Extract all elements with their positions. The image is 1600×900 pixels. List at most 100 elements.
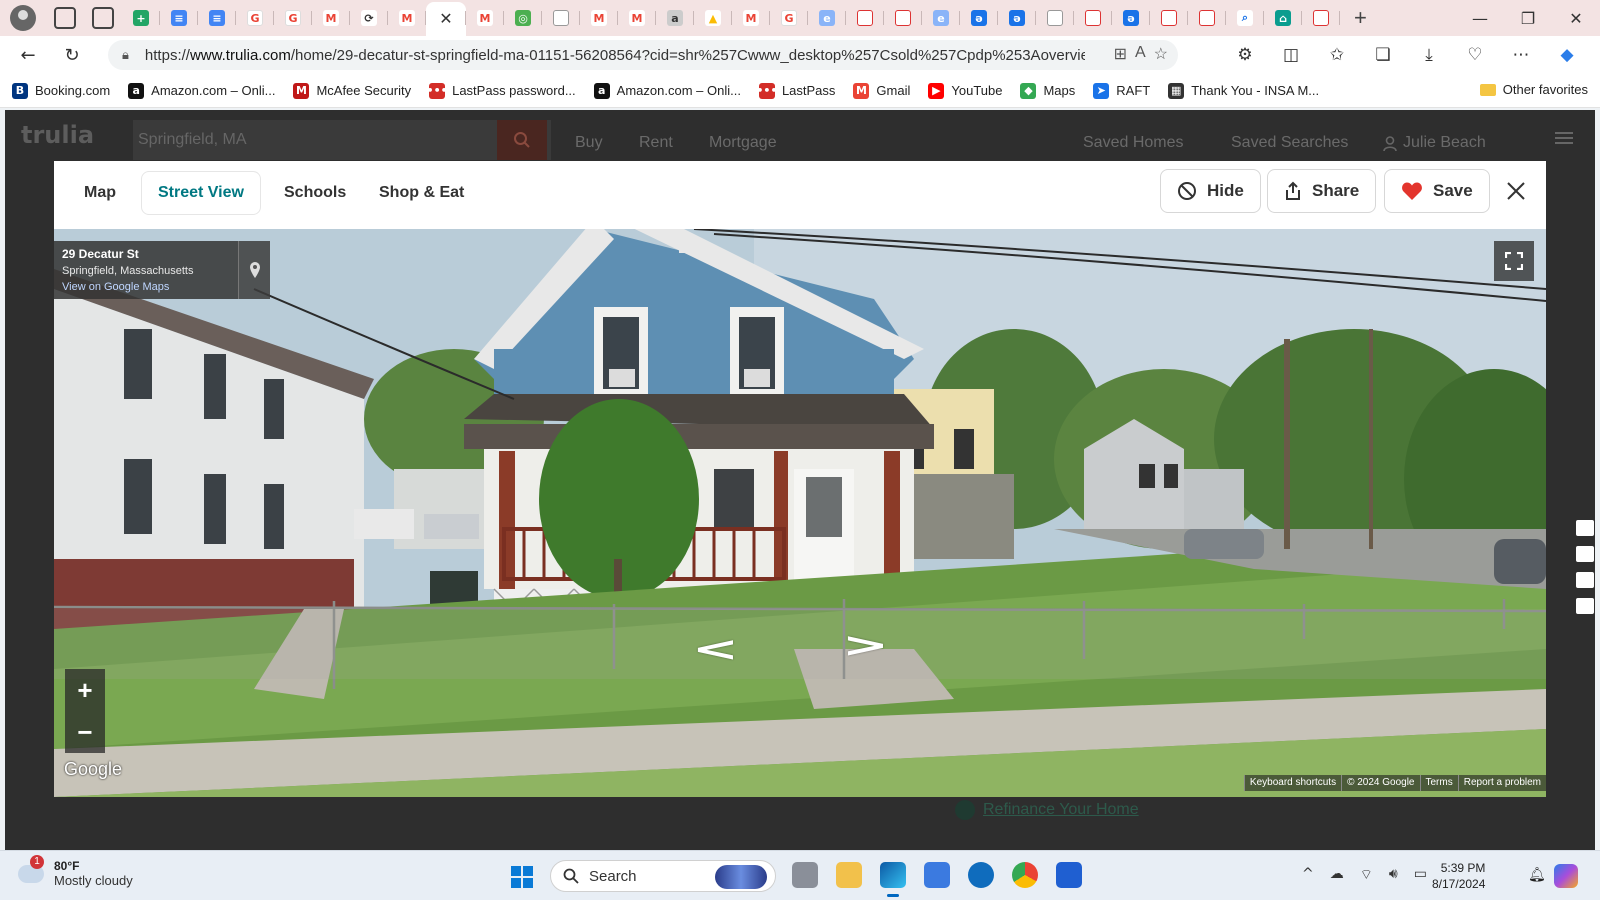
view-on-google-maps-link[interactable]: View on Google Maps xyxy=(62,281,230,293)
browser-tab[interactable]: + xyxy=(122,2,160,34)
search-button[interactable] xyxy=(497,120,547,160)
trulia-logo[interactable]: trulia xyxy=(21,121,94,149)
video-icon[interactable] xyxy=(1576,546,1594,562)
collections-icon[interactable]: ❏ xyxy=(1360,40,1406,70)
browser-tab[interactable]: ⟳ xyxy=(350,2,388,34)
lock-icon[interactable]: 🔒︎ xyxy=(122,47,129,63)
workspaces-icon[interactable] xyxy=(54,7,76,29)
address-bar[interactable]: 🔒︎ https://www.trulia.com/home/29-decatu… xyxy=(108,40,1178,70)
profile-avatar[interactable] xyxy=(10,5,36,31)
close-tab-icon[interactable]: ✕ xyxy=(439,9,452,29)
browser-tab[interactable]: ≡ xyxy=(160,2,198,34)
file-explorer-icon[interactable] xyxy=(836,862,862,888)
bookmark-item[interactable]: a Amazon.com – Onli... xyxy=(128,82,275,99)
tab-map[interactable]: Map xyxy=(68,171,132,215)
browser-tab[interactable]: G xyxy=(274,2,312,34)
browser-tab[interactable]: a xyxy=(656,2,694,34)
keyboard-shortcuts-link[interactable]: Keyboard shortcuts xyxy=(1243,775,1342,791)
browser-tab[interactable] xyxy=(1150,2,1188,34)
wifi-icon[interactable]: ⌔ xyxy=(1360,866,1373,884)
tab-street-view[interactable]: Street View xyxy=(141,171,261,215)
clock[interactable]: 5:39 PM 8/17/2024 xyxy=(1432,860,1485,892)
taskbar-search[interactable]: Search xyxy=(550,860,776,892)
bookmark-item[interactable]: ▶ YouTube xyxy=(928,82,1002,99)
split-screen-icon[interactable]: ◫ xyxy=(1268,40,1314,70)
browser-tab[interactable]: M xyxy=(466,2,504,34)
browser-tab[interactable]: ⌕ xyxy=(1226,2,1264,34)
browser-tab[interactable] xyxy=(1188,2,1226,34)
browser-tab[interactable]: M xyxy=(580,2,618,34)
map-pin-button[interactable] xyxy=(238,241,270,299)
nav-arrow-right[interactable]: > xyxy=(842,626,889,665)
nav-mortgage[interactable]: Mortgage xyxy=(709,134,777,152)
saved-searches-link[interactable]: Saved Searches xyxy=(1231,134,1348,152)
browser-tab[interactable]: ə xyxy=(998,2,1036,34)
edge-icon[interactable] xyxy=(880,862,906,897)
terms-link[interactable]: Terms xyxy=(1419,775,1458,791)
restore-icon[interactable]: ❐ xyxy=(1504,0,1552,36)
browser-tab-active[interactable]: ✕ xyxy=(426,2,466,36)
browser-tab[interactable] xyxy=(1074,2,1112,34)
browser-tab[interactable] xyxy=(846,2,884,34)
close-modal-icon[interactable] xyxy=(1504,179,1528,203)
browser-tab[interactable]: M xyxy=(732,2,770,34)
refresh-icon[interactable]: ↻ xyxy=(54,40,90,70)
onedrive-icon[interactable]: ☁ xyxy=(1330,866,1344,884)
extensions-icon[interactable]: ⚙ xyxy=(1222,40,1268,70)
hamburger-menu-icon[interactable] xyxy=(1555,132,1573,144)
nav-arrow-left[interactable]: < xyxy=(692,630,739,669)
store-icon[interactable] xyxy=(924,862,950,888)
browser-tab[interactable]: e xyxy=(922,2,960,34)
settings-gear-icon[interactable] xyxy=(1576,598,1594,614)
window-icon[interactable] xyxy=(1576,572,1594,588)
browser-tab[interactable] xyxy=(542,2,580,34)
browser-tab[interactable]: ≡ xyxy=(198,2,236,34)
notifications-bell-icon[interactable]: 🔔︎ xyxy=(1528,866,1546,883)
user-name[interactable]: Julie Beach xyxy=(1403,134,1486,152)
copilot-taskbar-icon[interactable] xyxy=(1554,864,1578,888)
browser-essentials-icon[interactable]: ♡ xyxy=(1452,40,1498,70)
browser-tab[interactable]: M xyxy=(312,2,350,34)
minimize-icon[interactable]: — xyxy=(1456,0,1504,36)
browser-tab[interactable]: ▲ xyxy=(694,2,732,34)
refinance-link[interactable]: Refinance Your Home xyxy=(955,800,1139,820)
other-favorites[interactable]: Other favorites xyxy=(1479,82,1588,97)
bookmark-item[interactable]: ◆ Maps xyxy=(1020,82,1075,99)
task-view-icon[interactable] xyxy=(792,862,818,888)
browser-tab[interactable]: M xyxy=(388,2,426,34)
help-icon[interactable] xyxy=(968,862,994,888)
location-search-input[interactable]: Springfield, MA xyxy=(133,120,551,160)
tab-schools[interactable]: Schools xyxy=(268,171,362,215)
browser-tab[interactable] xyxy=(1302,2,1340,34)
new-tab-icon[interactable]: + xyxy=(1354,5,1367,31)
fullscreen-button[interactable] xyxy=(1494,241,1534,281)
bookmark-item[interactable]: ▦ Thank You - INSA M... xyxy=(1168,82,1319,99)
read-aloud-icon[interactable]: A xyxy=(1135,44,1146,64)
share-button[interactable]: Share xyxy=(1267,169,1377,213)
zoom-in-button[interactable]: + xyxy=(65,669,105,711)
downloads-icon[interactable]: ⤓ xyxy=(1406,40,1452,70)
volume-icon[interactable]: 🔊︎ xyxy=(1389,866,1398,884)
street-view-panorama[interactable]: 29 Decatur St Springfield, Massachusetts… xyxy=(54,229,1546,797)
favorites-icon[interactable]: ✩ xyxy=(1314,40,1360,70)
tab-actions-icon[interactable] xyxy=(92,7,114,29)
browser-tab[interactable]: G xyxy=(236,2,274,34)
report-problem-link[interactable]: Report a problem xyxy=(1457,775,1546,791)
close-window-icon[interactable]: ✕ xyxy=(1552,0,1600,36)
bookmark-item[interactable]: ••• LastPass password... xyxy=(427,82,576,99)
browser-tab[interactable] xyxy=(884,2,922,34)
browser-tab[interactable]: M xyxy=(618,2,656,34)
bookmark-item[interactable]: ••• LastPass xyxy=(756,82,835,99)
windows-start-icon[interactable] xyxy=(510,865,534,889)
bookmark-item[interactable]: ➤ RAFT xyxy=(1093,82,1150,99)
apps-icon[interactable]: ⊞ xyxy=(1114,44,1127,64)
browser-tab[interactable]: ⌂ xyxy=(1264,2,1302,34)
bookmark-item[interactable]: M McAfee Security xyxy=(293,82,411,99)
chrome-icon[interactable] xyxy=(1012,862,1038,888)
browser-tab[interactable]: ◎ xyxy=(504,2,542,34)
app-r-icon[interactable] xyxy=(1056,862,1082,888)
camera-icon[interactable] xyxy=(1576,520,1594,536)
save-button[interactable]: Save xyxy=(1384,169,1490,213)
bookmark-item[interactable]: M Gmail xyxy=(853,82,910,99)
browser-tab[interactable] xyxy=(1036,2,1074,34)
